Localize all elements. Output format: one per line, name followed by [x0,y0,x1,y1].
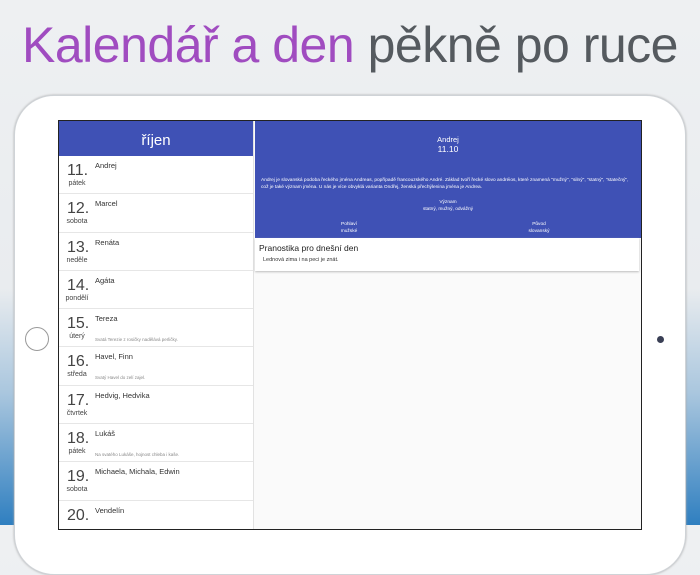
names: Renáta [95,237,120,247]
day-number: 15. [67,315,90,333]
gender-label: Pohlaví [341,222,357,227]
list-item[interactable]: 11. pátek Andrej [59,156,253,195]
detail-header: Andrej 11.10 Andrej je slovanská podoba … [255,121,641,238]
names: Tereza [95,314,118,324]
list-item[interactable]: 14. pondělí Agáta [59,270,253,310]
app-screen: říjen 11. pátek Andrej 12. sobota Marcel 13. ne… [58,120,642,530]
saying-note: Na svatého Lukáše, hojnost chleba i kaše… [95,452,180,458]
list-item[interactable]: 13. neděle Renáta [59,232,253,271]
saying-card: Pranostika pro dnešní den Lednová zima i… [255,238,639,271]
day-number: 12. [67,200,90,218]
meaning: Význam statný, mužný, odvážný [255,199,641,213]
names: Havel, Finn [95,352,133,362]
names: Lukáš [95,429,116,439]
weekday: středa [67,371,87,379]
names: Agáta [95,275,115,285]
weekday: pondělí [65,294,89,302]
origin-label: Původ [532,222,546,227]
names: Hedvig, Hedvika [95,390,150,400]
headline: Kalendář a den pěkně po ruce [0,16,700,74]
names: Andrej [95,161,117,170]
weekday: neděle [66,256,88,264]
weekday: pátek [68,448,86,456]
day-number: 18. [67,430,90,448]
saying-note: Svatá Terezie z rosičky nadělává perličk… [95,337,178,343]
day-number: 14. [67,276,90,294]
day-number: 20. [67,506,90,524]
saying-note: Svatý Havel do zelí zajel. [95,375,146,381]
weekday: úterý [69,333,85,341]
day-number: 13. [67,238,90,256]
day-number: 19. [67,468,90,486]
saying-title: Pranostika pro dnešní den [259,243,359,253]
list-item[interactable]: 15. úterý Tereza Svatá Terezie z rosičky na… [59,309,253,348]
weekday: pátek [68,180,86,187]
list-item[interactable]: 19. sobota Michaela, Michala, Edwin [59,462,253,501]
home-button-icon [25,327,49,351]
gender: Pohlaví mužské [249,221,449,235]
day-number: 17. [67,391,90,409]
name-day-list[interactable]: říjen 11. pátek Andrej 12. sobota Marcel 13. ne… [59,121,254,529]
detail-panel: Andrej 11.10 Andrej je slovanská podoba … [255,121,641,529]
detail-description: Andrej je slovanská podoba řeckého jména… [261,178,629,190]
day-number: 16. [67,353,90,371]
saying-text: Lednová zima i na peci je znát. [263,257,339,263]
weekday: sobota [66,486,88,494]
day-number: 11. [67,162,89,179]
list-item[interactable]: 17. čtvrtek Hedvig, Hedvika [59,385,253,425]
names: Vendelín [95,505,125,515]
names: Michaela, Michala, Edwin [95,467,180,477]
list-item[interactable]: 18. pátek Lukáš Na svatého Lukáše, hojnost … [59,424,253,463]
headline-rest: pěkně po ruce [367,17,679,73]
weekday: sobota [66,218,88,226]
list-item[interactable]: 12. sobota Marcel [59,194,253,233]
gender-value: mužské [340,229,358,234]
origin: Původ slovanský [439,221,639,235]
detail-name: Andrej [437,135,459,144]
origin-value: slovanský [528,229,550,234]
meaning-label: Význam [439,200,457,205]
weekday: čtvrtek [66,409,88,417]
names: Marcel [95,199,118,209]
meaning-value: statný, mužný, odvážný [422,207,474,212]
month-header: říjen [59,121,253,156]
list-item[interactable]: 16. středa Havel, Finn Svatý Havel do zelí … [59,347,253,386]
headline-accent: Kalendář a den [22,17,355,73]
detail-date: 11.10 [437,144,459,154]
camera-icon [657,336,664,343]
